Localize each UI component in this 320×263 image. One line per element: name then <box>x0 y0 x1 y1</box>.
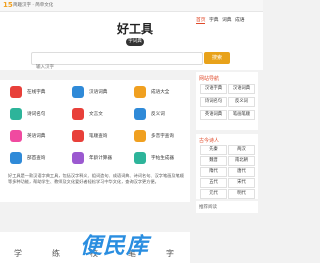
sidebar-tool-link[interactable]: 反义词 <box>228 97 255 107</box>
tool-tile[interactable]: 文言文 <box>66 104 120 124</box>
search-button[interactable]: 搜索 <box>204 52 230 64</box>
sidebar-tool-link[interactable]: 笔画笔顺 <box>228 110 255 120</box>
sidebar-poets-title: 古今诗人 <box>199 138 220 144</box>
tool-tile[interactable]: 反义词 <box>128 104 182 124</box>
nav-home[interactable]: 首页 <box>196 16 206 23</box>
sidebar-era-link[interactable]: 魏晋 <box>200 156 227 166</box>
nav-chengyu[interactable]: 成语 <box>235 16 245 23</box>
sidebar-era-link[interactable]: 两汉 <box>228 145 255 155</box>
sidebar-tool-link[interactable]: 汉语字典 <box>200 84 227 94</box>
sidebar-tool-link[interactable]: 诗词名句 <box>200 97 227 107</box>
sidebar-era-link[interactable]: 南北朝 <box>228 156 255 166</box>
tool-label: 英语词典 <box>27 134 46 139</box>
sidebar-era-link[interactable]: 五代 <box>200 178 227 188</box>
sidebar-ad[interactable]: 推荐阅读 <box>196 201 258 213</box>
tool-tile[interactable]: 多音字查询 <box>128 126 182 146</box>
tool-icon <box>10 152 22 164</box>
tool-icon <box>134 86 146 98</box>
tool-tile[interactable]: 年龄计算器 <box>66 148 120 168</box>
tool-icon <box>134 152 146 164</box>
tool-tile[interactable]: 字帖生成器 <box>128 148 182 168</box>
tool-icon <box>10 108 22 120</box>
intro-text: 好工具是一款汉语字典工具，包括汉字释义、组词造句、成语词典、诗词名句、汉字笔画及… <box>8 173 184 184</box>
tool-icon <box>134 130 146 142</box>
search-box <box>31 52 203 72</box>
char-item[interactable]: 字 <box>166 248 174 259</box>
sidebar-era-link[interactable]: 先秦 <box>200 145 227 155</box>
tool-label: 字帖生成器 <box>151 156 174 161</box>
nav-zidian[interactable]: 字典 <box>209 16 219 23</box>
top-bar: 15 简趣汉字 · 简单文化 <box>0 0 263 12</box>
tool-label: 笔顺查询 <box>89 134 108 139</box>
tool-label: 部首查询 <box>27 156 46 161</box>
tool-icon <box>10 86 22 98</box>
ad-title: 推荐阅读 <box>199 205 217 210</box>
brand-title: 好工具 <box>116 22 153 36</box>
tool-label: 诗词名句 <box>27 112 46 117</box>
char-item[interactable]: 学 <box>14 248 22 259</box>
tool-label: 多音字查询 <box>151 134 174 139</box>
tool-tile[interactable]: 汉语词典 <box>66 82 120 102</box>
nav-active-underline <box>196 23 205 24</box>
tool-label: 年龄计算器 <box>89 156 112 161</box>
tool-label: 反义词 <box>151 112 165 117</box>
watermark: 便民库 <box>80 234 150 259</box>
tool-label: 在线字典 <box>27 90 46 95</box>
sidebar-tool-link[interactable]: 英语词典 <box>200 110 227 120</box>
tool-icon <box>72 152 84 164</box>
sidebar-era-link[interactable]: 唐代 <box>228 167 255 177</box>
tool-tile[interactable]: 部首查询 <box>4 148 58 168</box>
sidebar-era-link[interactable]: 元代 <box>200 189 227 199</box>
tool-tile[interactable]: 英语词典 <box>4 126 58 146</box>
tool-label: 汉语词典 <box>89 90 108 95</box>
tool-label: 文言文 <box>89 112 103 117</box>
search-input[interactable] <box>36 63 196 72</box>
sidebar-era-link[interactable]: 宋代 <box>228 178 255 188</box>
sidebar-tools-title: 网站导航 <box>199 76 220 82</box>
sidebar-era-link[interactable]: 明代 <box>228 189 255 199</box>
tool-icon <box>72 108 84 120</box>
intro-section: 好工具是一款汉语字典工具，包括汉字释义、组词造句、成语词典、诗词名句、汉字笔画及… <box>0 168 190 202</box>
tool-tile[interactable]: 在线字典 <box>4 82 58 102</box>
tool-icon <box>134 108 146 120</box>
site-logo[interactable]: 15 <box>3 1 13 9</box>
tool-icon <box>72 86 84 98</box>
char-item[interactable]: 练 <box>52 248 60 259</box>
site-tagline: 简趣汉字 · 简单文化 <box>13 3 54 8</box>
tool-icon <box>72 130 84 142</box>
tool-tile[interactable]: 诗词名句 <box>4 104 58 124</box>
tool-icon <box>10 130 22 142</box>
tool-label: 成语大全 <box>151 90 170 95</box>
sidebar-tool-link[interactable]: 汉语词典 <box>228 84 255 94</box>
brand-badge: 字词典 <box>126 38 144 46</box>
tool-tile[interactable]: 笔顺查询 <box>66 126 120 146</box>
tool-tile[interactable]: 成语大全 <box>128 82 182 102</box>
sidebar-era-link[interactable]: 隋代 <box>200 167 227 177</box>
brand-logo[interactable]: 好工具 字词典 <box>110 20 160 48</box>
nav-cidian[interactable]: 词典 <box>222 16 232 23</box>
